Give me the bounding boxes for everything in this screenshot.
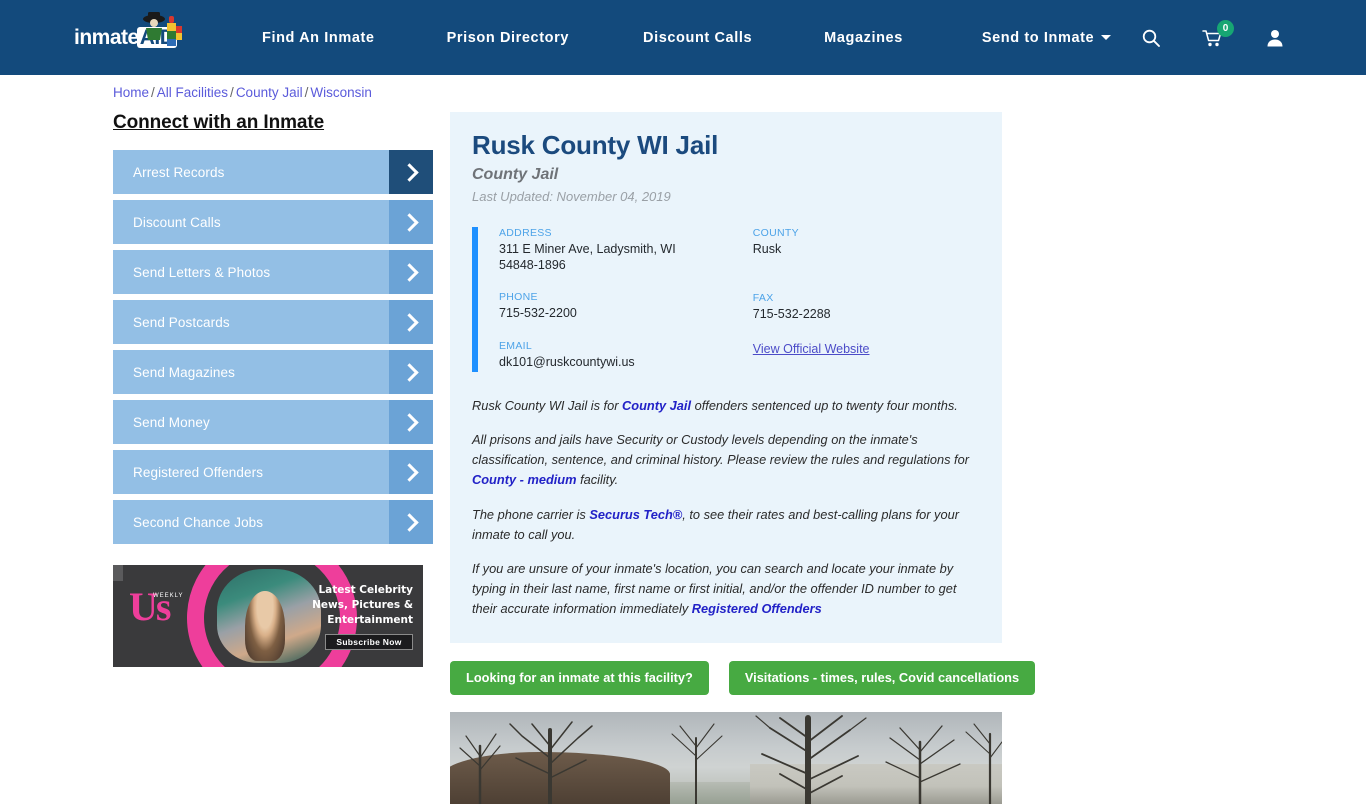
nav-item-find-an-inmate[interactable]: Find An Inmate [262, 30, 375, 46]
description-paragraph-2: All prisons and jails have Security or C… [472, 432, 969, 488]
chevron-down-icon [1101, 35, 1112, 40]
sidebar-item-send-postcards[interactable]: Send Postcards [113, 300, 433, 344]
visitations-button[interactable]: Visitations - times, rules, Covid cancel… [728, 660, 1036, 695]
action-button-row: Looking for an inmate at this facility? … [450, 660, 1036, 695]
sidebar-item-registered-offenders[interactable]: Registered Offenders [113, 450, 433, 494]
user-account-icon[interactable] [1258, 21, 1292, 55]
nav-item-prison-directory[interactable]: Prison Directory [447, 30, 569, 46]
inmate-character-logo-icon [143, 12, 182, 46]
email-value: dk101@ruskcountywi.us [499, 354, 635, 369]
facility-type: County Jail [472, 166, 559, 183]
nav-item-magazines[interactable]: Magazines [824, 30, 903, 46]
sidebar-item-label: Send Postcards [133, 314, 230, 330]
fax-label: FAX [752, 291, 774, 304]
looking-for-inmate-button[interactable]: Looking for an inmate at this facility? [450, 660, 709, 695]
chevron-right-icon [389, 350, 433, 394]
sidebar-item-arrest-records[interactable]: Arrest Records [113, 150, 433, 194]
cart-count-badge: 0 [1217, 19, 1234, 37]
chevron-right-icon [389, 200, 433, 244]
chevron-right-icon [389, 500, 433, 544]
search-icon[interactable] [1134, 21, 1168, 55]
ad-corner-strip [113, 565, 123, 581]
nav-item-discount-calls[interactable]: Discount Calls [643, 30, 752, 46]
county-label: COUNTY [752, 227, 799, 239]
main-content: Rusk County WI Jail County Jail Last Upd… [450, 112, 1036, 804]
contact-information-block: ADDRESS 311 E Miner Ave, Ladysmith, WI 5… [472, 227, 980, 374]
main-nav-links: Find An Inmate Prison Directory Discount… [262, 0, 1112, 75]
sidebar-item-label: Send Money [133, 414, 210, 430]
sidebar-item-send-letters-photos[interactable]: Send Letters & Photos [113, 250, 433, 294]
breadcrumb-separator: / [230, 85, 234, 100]
site-logo[interactable]: inmateAID [74, 12, 194, 60]
county-value: Rusk [752, 242, 782, 256]
last-updated: Last Updated: November 04, 2019 [472, 189, 671, 204]
top-navigation-bar: inmateAID Find An Inmate Prison Director… [0, 0, 1366, 75]
nav-item-send-to-inmate[interactable]: Send to Inmate [982, 30, 1112, 46]
phone-label: PHONE [499, 291, 538, 304]
ad-subscribe-button[interactable]: Subscribe Now [325, 634, 413, 650]
facility-description: Rusk County WI Jail is for County Jail o… [472, 396, 980, 619]
sidebar-item-discount-calls[interactable]: Discount Calls [113, 200, 433, 244]
facility-info-card: Rusk County WI Jail County Jail Last Upd… [450, 112, 1002, 643]
sidebar-item-label: Registered Offenders [133, 464, 264, 480]
sidebar-item-label: Send Magazines [133, 364, 235, 380]
chevron-right-icon [389, 400, 433, 444]
sidebar-item-label: Arrest Records [133, 164, 225, 180]
address-value: 311 E Miner Ave, Ladysmith, WI 54848-189… [499, 242, 676, 272]
sidebar-item-label: Send Letters & Photos [133, 264, 271, 280]
description-paragraph-1: Rusk County WI Jail is for County Jail o… [472, 398, 958, 414]
sidebar: Connect with an Inmate Arrest Records Di… [113, 112, 433, 550]
page-title: Rusk County WI Jail [472, 130, 719, 160]
user-account-icon-glyph [1267, 29, 1283, 46]
phone-value: 715-532-2200 [499, 306, 577, 321]
sidebar-title: Connect with an Inmate [113, 112, 325, 133]
email-label: EMAIL [499, 339, 533, 352]
ad-headline: Latest Celebrity News, Pictures & Entert… [312, 584, 413, 627]
sidebar-item-second-chance-jobs[interactable]: Second Chance Jobs [113, 500, 433, 544]
chevron-right-icon [389, 300, 433, 344]
contact-column-right: COUNTY Rusk FAX 715-532-2288 View Offici… [753, 227, 980, 374]
breadcrumb: Home / All Facilities / County Jail / Wisconsi… [113, 85, 372, 100]
sidebar-item-send-magazines[interactable]: Send Magazines [113, 350, 433, 394]
view-official-website-link[interactable]: View Official Website [753, 342, 870, 356]
breadcrumb-item-county-jail[interactable]: County Jail [236, 85, 303, 100]
breadcrumb-item-wisconsin[interactable]: Wisconsin [310, 85, 372, 100]
sidebar-item-label: Discount Calls [133, 214, 221, 230]
advertisement-banner[interactable]: Us WEEKLY Latest Celebrity News, Picture… [113, 565, 423, 667]
chevron-right-icon [389, 150, 433, 194]
description-paragraph-3: The phone carrier is Securus Tech®, to s… [472, 506, 959, 542]
breadcrumb-item-home[interactable]: Home [113, 85, 149, 100]
sidebar-item-label: Second Chance Jobs [133, 514, 264, 530]
description-paragraph-4: If you are unsure of your inmate's locat… [472, 560, 957, 616]
cart-icon[interactable]: 0 [1196, 19, 1234, 55]
address-label: ADDRESS [499, 227, 552, 239]
facility-exterior-photo [450, 711, 1002, 804]
accent-bar [472, 227, 478, 372]
photo-trees [459, 714, 1002, 804]
chevron-right-icon [389, 250, 433, 294]
search-icon-glyph [1142, 29, 1160, 47]
sidebar-item-send-money[interactable]: Send Money [113, 400, 433, 444]
breadcrumb-separator: / [304, 85, 309, 100]
breadcrumb-separator: / [151, 85, 155, 100]
nav-icon-group: 0 [1134, 0, 1292, 75]
chevron-right-icon [389, 450, 433, 494]
ad-brand-sub: WEEKLY [153, 593, 184, 599]
contact-column-left: ADDRESS 311 E Miner Ave, Ladysmith, WI 5… [499, 227, 753, 374]
breadcrumb-item-all-facilities[interactable]: All Facilities [157, 85, 228, 100]
fax-value: 715-532-2288 [752, 306, 831, 321]
